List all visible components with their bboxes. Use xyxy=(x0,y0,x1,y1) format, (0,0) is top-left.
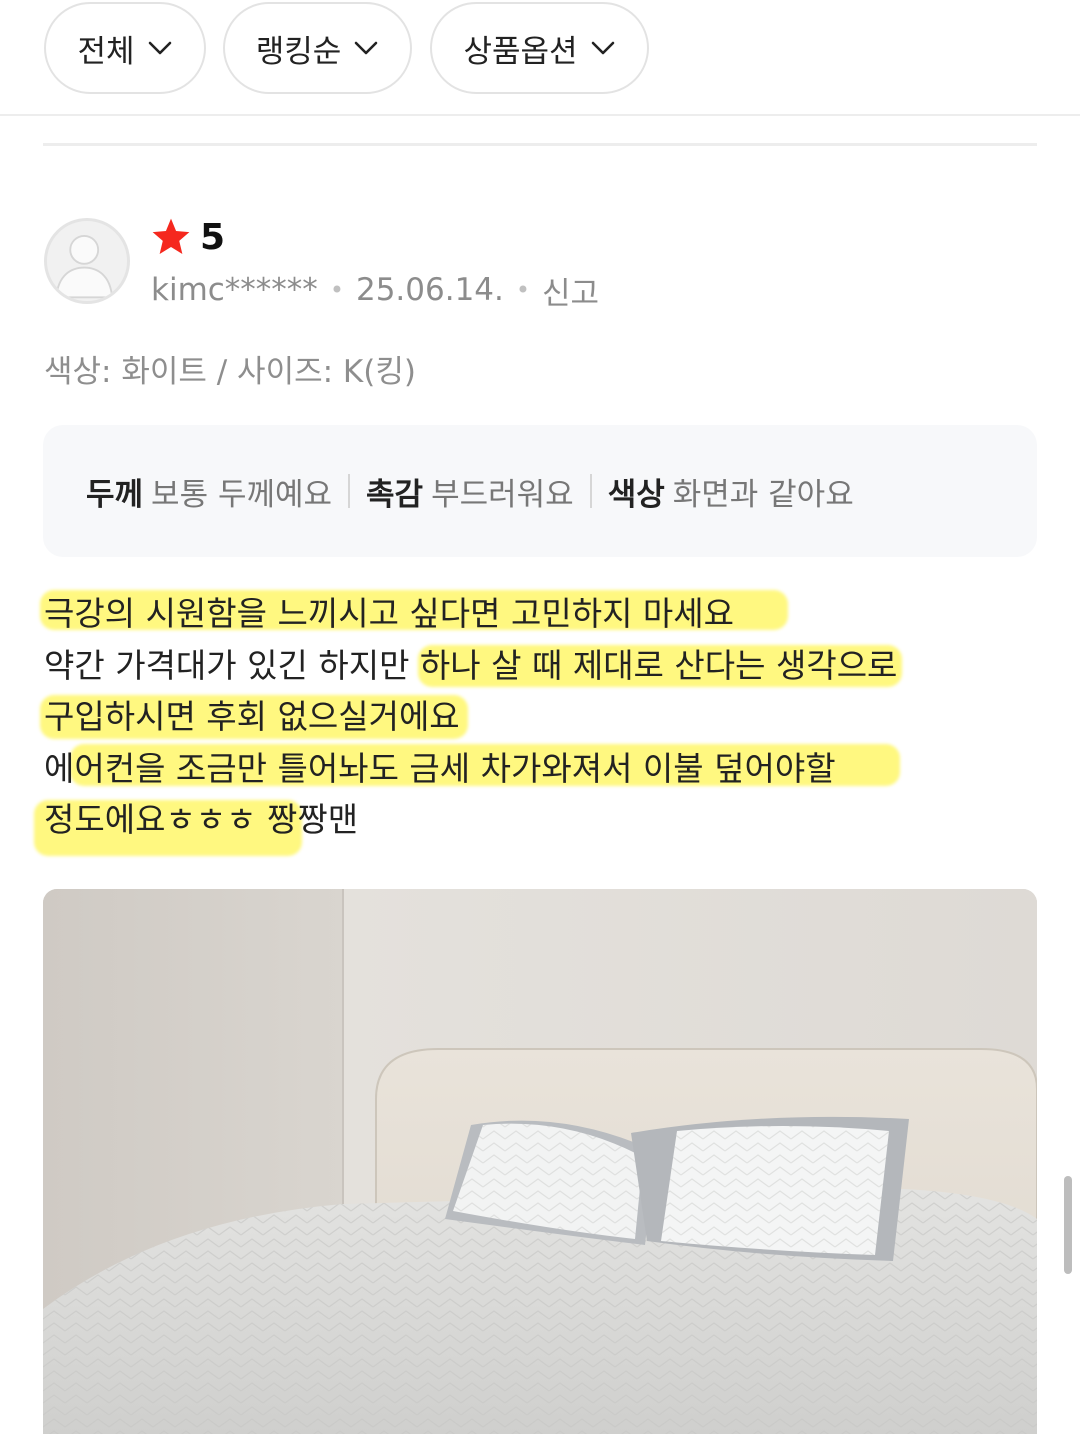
rating-score: 5 xyxy=(200,216,226,258)
review-rating: 5 xyxy=(150,214,225,260)
filter-all-label: 전체 xyxy=(77,33,135,70)
eval-color: 색상 화면과 같아요 xyxy=(608,469,854,514)
eval-separator xyxy=(348,474,351,508)
eval-texture: 촉감 부드러워요 xyxy=(366,469,574,514)
review-line: 정도에요ㅎㅎㅎ 짱짱맨 xyxy=(44,800,359,839)
review-line: 약간 가격대가 있긴 하지만 하나 살 때 제대로 산다는 생각으로 xyxy=(44,645,898,685)
purchased-option: 색상: 화이트 / 사이즈: K(킹) xyxy=(44,354,416,390)
chevron-down-icon xyxy=(591,41,614,55)
scrollbar-thumb[interactable] xyxy=(1064,1176,1072,1274)
chevron-down-icon xyxy=(354,41,378,55)
filter-bar: 전체 랭킹순 상품옵션 xyxy=(0,0,1080,116)
chevron-down-icon xyxy=(148,41,171,55)
eval-value: 화면과 같아요 xyxy=(672,476,854,513)
filter-sort-button[interactable]: 랭킹순 xyxy=(223,2,412,94)
filter-option-button[interactable]: 상품옵션 xyxy=(430,2,649,94)
reviewer-name: kimc****** xyxy=(151,272,318,308)
review-photo[interactable] xyxy=(43,889,1037,1434)
report-link[interactable]: 신고 xyxy=(542,268,599,313)
meta-separator: • xyxy=(329,276,344,304)
review-line: 에어컨을 조금만 틀어놔도 금세 차가와져서 이불 덮어야할 xyxy=(44,748,836,788)
filter-all-button[interactable]: 전체 xyxy=(44,2,206,94)
review-body: 극강의 시원함을 느끼시고 싶다면 고민하지 마세요 약간 가격대가 있긴 하지… xyxy=(44,588,1044,846)
bed-photo xyxy=(43,889,1037,1434)
eval-key: 두께 xyxy=(86,476,144,513)
evaluation-summary: 두께 보통 두께예요 촉감 부드러워요 색상 화면과 같아요 xyxy=(43,425,1037,557)
eval-value: 부드러워요 xyxy=(431,476,574,513)
eval-thickness: 두께 보통 두께예요 xyxy=(86,469,332,514)
review-date: 25.06.14. xyxy=(355,272,504,308)
review-line: 극강의 시원함을 느끼시고 싶다면 고민하지 마세요 xyxy=(44,594,735,633)
review-line: 구입하시면 후회 없으실거에요 xyxy=(44,697,460,736)
eval-separator xyxy=(589,474,592,508)
meta-separator: • xyxy=(515,276,531,304)
section-divider xyxy=(43,143,1037,146)
eval-value: 보통 두께예요 xyxy=(151,476,333,513)
user-placeholder-icon xyxy=(55,234,114,299)
eval-key: 촉감 xyxy=(366,476,424,513)
star-icon xyxy=(152,218,190,254)
eval-key: 색상 xyxy=(607,476,665,513)
avatar[interactable] xyxy=(44,218,130,304)
filter-option-label: 상품옵션 xyxy=(463,33,578,70)
filter-sort-label: 랭킹순 xyxy=(255,33,342,70)
review-meta: kimc****** • 25.06.14. • 신고 xyxy=(151,268,599,312)
